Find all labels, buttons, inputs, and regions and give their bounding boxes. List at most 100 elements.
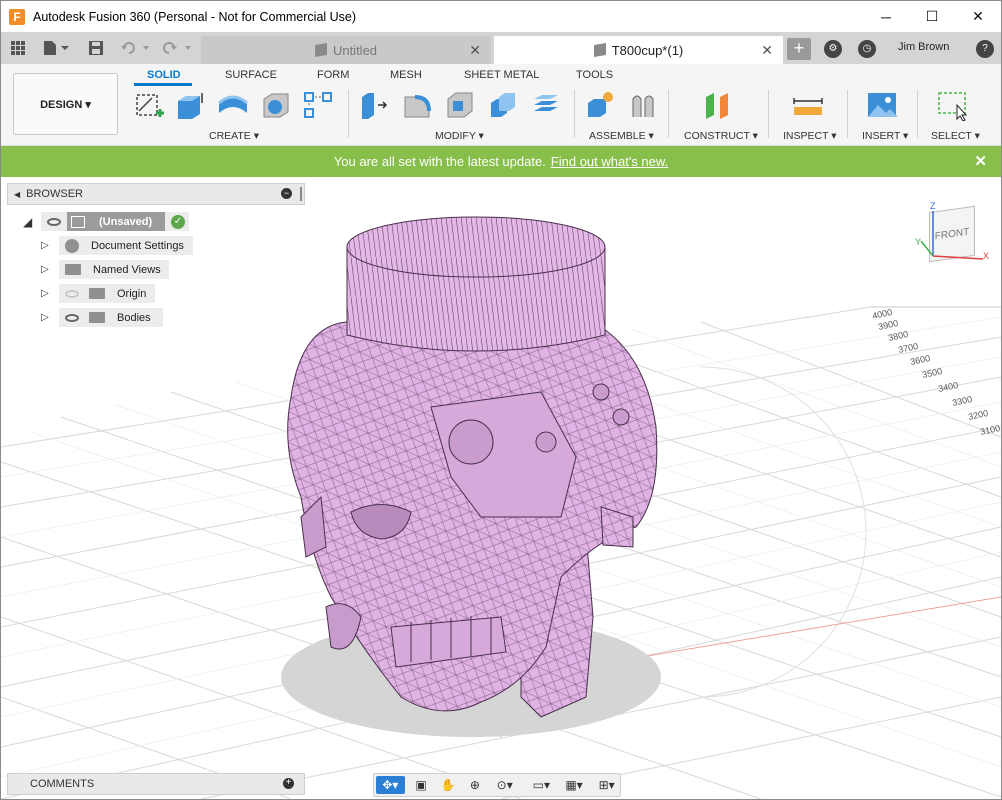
expand-triangle-icon[interactable]: ▷: [41, 240, 49, 251]
tab-solid[interactable]: SOLID: [147, 69, 181, 81]
user-account-name[interactable]: Jim Brown: [898, 41, 949, 53]
help-icon[interactable]: ?: [976, 40, 994, 58]
expand-triangle-icon[interactable]: ▷: [41, 312, 49, 323]
toolbar-divider: [668, 90, 669, 138]
joint-icon[interactable]: [627, 89, 659, 121]
tab-surface[interactable]: SURFACE: [225, 69, 277, 81]
tree-item-label: Origin: [117, 287, 147, 300]
new-tab-button[interactable]: +: [787, 38, 811, 60]
inspect-menu[interactable]: INSPECT ▾: [783, 130, 837, 142]
tree-item-root[interactable]: (Unsaved): [67, 212, 165, 231]
svg-text:Z: Z: [930, 201, 936, 211]
hole-icon[interactable]: [260, 89, 292, 121]
active-tab-indicator: [134, 83, 192, 86]
folder-icon: [89, 288, 105, 299]
viewports-icon[interactable]: ⊞▾: [593, 776, 620, 794]
grid-label: 3500: [921, 366, 943, 380]
close-window-button[interactable]: ✕: [955, 1, 1001, 32]
extensions-icon[interactable]: ⚙: [824, 40, 842, 58]
grid-label: 3900: [877, 318, 899, 332]
new-component-icon[interactable]: [584, 89, 616, 121]
modify-menu[interactable]: MODIFY ▾: [435, 130, 484, 142]
component-icon: [71, 215, 85, 228]
redo-icon[interactable]: [161, 38, 195, 58]
measure-icon[interactable]: [792, 89, 824, 121]
maximize-button[interactable]: ☐: [909, 1, 955, 32]
expand-triangle-icon[interactable]: ▷: [41, 264, 49, 275]
undo-icon[interactable]: [119, 38, 153, 58]
tab-form[interactable]: FORM: [317, 69, 349, 81]
toolbar-divider: [768, 90, 769, 138]
svg-text:X: X: [983, 251, 989, 261]
minimize-button[interactable]: ─: [863, 1, 909, 32]
tab-untitled[interactable]: Untitled ✕: [201, 36, 491, 64]
tree-item-bodies[interactable]: Bodies: [59, 308, 163, 327]
tree-item-label: Named Views: [93, 263, 161, 276]
pattern-icon[interactable]: [303, 89, 335, 121]
close-tab-icon[interactable]: ✕: [469, 42, 481, 59]
update-message: You are all set with the latest update.: [333, 154, 546, 169]
comments-title: COMMENTS: [30, 778, 95, 790]
press-pull-icon[interactable]: [358, 89, 390, 121]
create-menu[interactable]: CREATE ▾: [209, 130, 259, 142]
grid-label: 3800: [887, 329, 909, 343]
extrude-icon[interactable]: [174, 89, 206, 121]
add-comment-icon[interactable]: +: [283, 778, 294, 789]
revolve-icon[interactable]: [217, 89, 249, 121]
tab-tools[interactable]: TOOLS: [576, 69, 613, 81]
eye-icon[interactable]: [65, 313, 79, 322]
check-circle-icon: ✓: [171, 214, 185, 229]
fit-view-icon[interactable]: ⊙▾: [491, 776, 518, 794]
tab-t800cup[interactable]: T800cup*(1) ✕: [494, 36, 783, 64]
grid-label: 3100: [979, 423, 1001, 437]
eye-hidden-icon[interactable]: [65, 289, 79, 298]
file-menu-icon[interactable]: [41, 38, 71, 58]
close-tab-icon[interactable]: ✕: [761, 42, 773, 59]
tab-sheet-metal[interactable]: SHEET METAL: [464, 69, 539, 81]
pan-icon[interactable]: ✋: [438, 776, 459, 794]
insert-image-icon[interactable]: [866, 89, 898, 121]
workspace-switcher-button[interactable]: DESIGN ▾: [13, 73, 118, 135]
grid-label: 3400: [937, 380, 959, 394]
toolbar-divider: [348, 90, 349, 138]
grid-settings-icon[interactable]: ▦▾: [561, 776, 588, 794]
panel-grip-icon[interactable]: [300, 187, 302, 201]
look-at-icon[interactable]: ▣: [411, 776, 432, 794]
job-status-icon[interactable]: ◷: [858, 40, 876, 58]
gear-icon: [65, 238, 79, 253]
expand-triangle-icon[interactable]: ◢: [23, 215, 32, 229]
comments-panel-header[interactable]: COMMENTS +: [7, 773, 305, 795]
shell-icon[interactable]: [444, 89, 476, 121]
split-body-icon[interactable]: [530, 89, 562, 121]
collapse-triangle-icon[interactable]: ◀: [14, 190, 20, 199]
browser-title: BROWSER: [26, 188, 83, 200]
apps-grid-icon[interactable]: [9, 38, 27, 58]
collapse-panel-icon[interactable]: −: [281, 188, 292, 199]
root-visibility-toggle[interactable]: [41, 212, 67, 231]
tree-item-named-views[interactable]: Named Views: [59, 260, 169, 279]
expand-triangle-icon[interactable]: ▷: [41, 288, 49, 299]
tree-item-origin[interactable]: Origin: [59, 284, 155, 303]
fillet-icon[interactable]: [401, 89, 433, 121]
offset-plane-icon[interactable]: [702, 89, 734, 121]
tab-label: Untitled: [332, 42, 378, 58]
whats-new-link[interactable]: Find out what's new.: [551, 154, 668, 169]
create-sketch-icon[interactable]: [134, 89, 166, 121]
display-settings-icon[interactable]: ▭▾: [528, 776, 555, 794]
construct-menu[interactable]: CONSTRUCT ▾: [684, 130, 758, 142]
dismiss-update-icon[interactable]: ✕: [974, 152, 987, 170]
select-icon[interactable]: [937, 89, 969, 121]
save-icon[interactable]: [87, 38, 105, 58]
combine-icon[interactable]: [487, 89, 519, 121]
saved-status: ✓: [165, 212, 189, 231]
grid-label: 3700: [897, 341, 919, 355]
orbit-icon[interactable]: ✥▾: [376, 776, 405, 794]
zoom-icon[interactable]: ⊕: [464, 776, 485, 794]
tab-mesh[interactable]: MESH: [390, 69, 422, 81]
select-menu[interactable]: SELECT ▾: [931, 130, 980, 142]
assemble-menu[interactable]: ASSEMBLE ▾: [589, 130, 654, 142]
insert-menu[interactable]: INSERT ▾: [862, 130, 908, 142]
title-bar: F Autodesk Fusion 360 (Personal - Not fo…: [1, 1, 1001, 32]
browser-panel-header[interactable]: ◀ BROWSER −: [7, 183, 305, 205]
tree-item-document-settings[interactable]: Document Settings: [59, 236, 193, 255]
